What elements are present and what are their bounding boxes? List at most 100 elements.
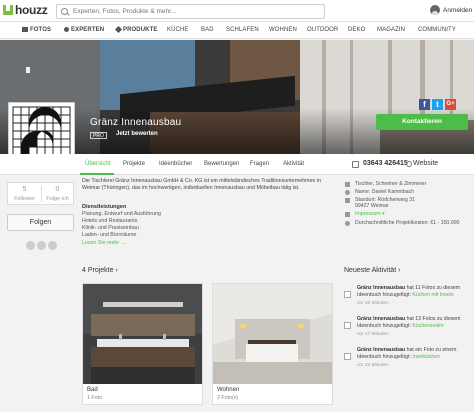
service-item: Laden- und Büroräume [82, 232, 137, 238]
project-card[interactable]: Wohnen 2 Foto(s) [212, 283, 333, 405]
project-image-wohnen[interactable] [213, 284, 332, 384]
google-plus-icon[interactable]: G+ [445, 99, 456, 110]
login-link[interactable]: Anmelden [443, 7, 472, 14]
project-title[interactable]: Wohnen [217, 387, 239, 393]
rate-now-link[interactable]: Jetzt bewerten [116, 131, 158, 137]
project-card[interactable]: Bad 1 Foto [82, 283, 203, 405]
tab-ideenbuecher[interactable]: Ideenbücher [159, 161, 192, 167]
phone-number[interactable]: 03643 426415 [363, 160, 408, 167]
project-photo-count: 2 Foto(s) [217, 395, 239, 401]
service-item: Klinik- und Praxiseinbau [82, 225, 139, 231]
person-icon [64, 27, 69, 32]
globe-icon [406, 161, 412, 167]
read-more-link[interactable]: Lesen Sie mehr → [82, 240, 126, 246]
following-label: Folge ich [46, 196, 69, 202]
tab-aktivitaet[interactable]: Aktivität [283, 161, 304, 167]
follow-button[interactable]: Folgen [7, 214, 74, 231]
person-icon [345, 190, 350, 195]
company-name: Gränz Innenausbau [90, 117, 182, 128]
detail-impressum[interactable]: Impressum ▾ [343, 211, 471, 218]
pro-badge: PRO [90, 132, 107, 139]
project-photo-count: 1 Foto [87, 395, 103, 401]
ideabook-icon [344, 291, 351, 298]
activity-text: Gränz Innenausbau hat ein Foto zu einem … [357, 347, 471, 361]
nav-deko[interactable]: Deko [348, 27, 365, 33]
about-section: Die Tischlerei Gränz Innenausbau GmbH & … [82, 178, 340, 248]
profile-tabs: Übersicht Projekte Ideenbücher Bewertung… [0, 154, 474, 175]
active-tab-indicator [80, 173, 114, 175]
service-item: Planung, Entwurf und Ausführung [82, 211, 161, 217]
following-count[interactable]: 0 [41, 186, 74, 193]
services-heading: Dienstleistungen [82, 204, 127, 210]
nav-label: Experten [71, 27, 105, 33]
nav-wohnen[interactable]: Wohnen [269, 27, 297, 33]
logo-text[interactable]: houzz [15, 3, 48, 17]
document-icon [345, 212, 350, 217]
main-nav: Fotos Experten Produkte Küche Bad Schlaf… [0, 22, 474, 39]
tab-fragen[interactable]: Fragen [250, 161, 269, 167]
nav-magazin[interactable]: Magazin [377, 27, 405, 33]
activity-text: Gränz Innenausbau hat 13 Fotos zu diesem… [357, 316, 471, 330]
detail-text: Name: Daniel Kammbach [355, 189, 415, 195]
activity-user[interactable]: Gränz Innenausbau [357, 347, 405, 353]
activity-user[interactable]: Gränz Innenausbau [357, 316, 405, 322]
tab-projekte[interactable]: Projekte [123, 161, 145, 167]
contact-button[interactable]: Kontaktieren [376, 114, 468, 130]
activity-heading[interactable]: Neueste Aktivität › [344, 267, 400, 274]
phone-icon [352, 161, 359, 168]
detail-text: Durchschnittliche Projektkosten: €1 - 15… [355, 220, 460, 226]
facebook-share-icon[interactable] [26, 241, 35, 250]
nav-kueche[interactable]: Küche [167, 27, 189, 33]
nav-produkte[interactable]: Produkte [114, 25, 158, 34]
nav-label: Produkte [123, 27, 158, 33]
tab-bewertungen[interactable]: Bewertungen [204, 161, 239, 167]
activity-text: Gränz Innenausbau hat 11 Fotos zu diesem… [357, 285, 471, 299]
tag-icon [114, 25, 123, 34]
bathroom-photo [83, 284, 202, 384]
projects-heading[interactable]: 4 Projekte › [82, 267, 118, 274]
light-switch [26, 67, 30, 73]
search-box[interactable] [56, 4, 325, 19]
detail-text: Impressum ▾ [355, 211, 385, 217]
activity-target-link[interactable]: Inselküchen [412, 354, 440, 360]
activity-target-link[interactable]: Küchenzeilen [412, 323, 443, 329]
nav-fotos[interactable]: Fotos [22, 27, 51, 33]
business-details: Tischler, Schreiner & Zimmerer Name: Dan… [343, 178, 471, 238]
project-image-bad[interactable] [83, 284, 202, 384]
detail-city: 99427 Weimar [355, 203, 389, 209]
activity-target-link[interactable]: Küchen mit Insein [412, 292, 453, 298]
activity-user[interactable]: Gränz Innenausbau [357, 285, 405, 291]
nav-experten[interactable]: Experten [64, 27, 104, 33]
detail-text: Tischler, Schreiner & Zimmerer [355, 181, 427, 187]
website-link[interactable]: Website [413, 160, 438, 167]
nav-schlafen[interactable]: Schlafen [226, 27, 259, 33]
nav-bad[interactable]: Bad [201, 27, 214, 33]
detail-category: Tischler, Schreiner & Zimmerer [343, 181, 471, 188]
photo-icon [22, 27, 28, 32]
about-text: Die Tischlerei Gränz Innenausbau GmbH & … [82, 178, 322, 191]
money-icon [345, 221, 350, 226]
hammer-icon [345, 182, 350, 187]
activity-time: vor 10 Minuten [357, 301, 389, 306]
ideabook-icon [344, 353, 351, 360]
activity-time: vor 17 Minuten [357, 332, 389, 337]
facebook-icon[interactable]: f [419, 99, 430, 110]
service-item: Hotels und Restaurants [82, 218, 138, 224]
nav-outdoor[interactable]: Outdoor [307, 27, 338, 33]
user-avatar-icon[interactable] [430, 5, 440, 15]
twitter-icon[interactable]: t [432, 99, 443, 110]
ideabook-icon [344, 322, 351, 329]
search-icon [61, 8, 68, 15]
nav-community[interactable]: Community [418, 27, 456, 33]
twitter-share-icon[interactable] [37, 241, 46, 250]
email-share-icon[interactable] [48, 241, 57, 250]
activity-item: Gränz Innenausbau hat ein Foto zu einem … [344, 347, 472, 385]
nav-label: Fotos [30, 27, 52, 33]
followers-count[interactable]: 5 [8, 186, 41, 193]
project-title[interactable]: Bad [87, 387, 98, 393]
follow-stats: 5 Follower 0 Folge ich [7, 182, 74, 205]
followers-label: Follower [14, 196, 35, 202]
detail-cost: Durchschnittliche Projektkosten: €1 - 15… [343, 220, 471, 227]
houzz-logo-icon[interactable] [3, 5, 13, 15]
search-input[interactable] [73, 6, 313, 17]
